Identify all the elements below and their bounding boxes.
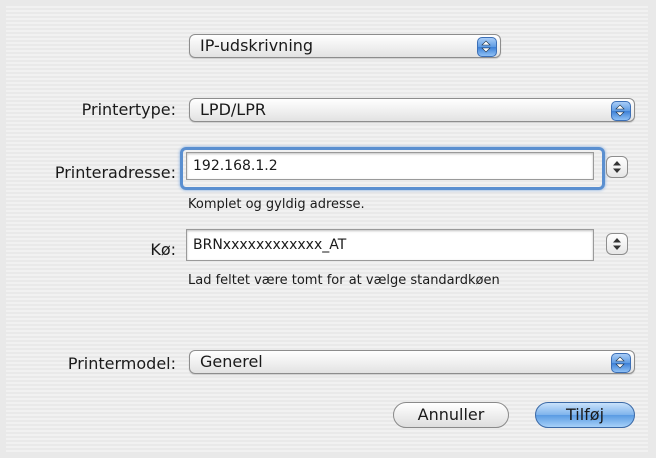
- add-button[interactable]: Tilføj: [535, 402, 635, 428]
- popup-arrows-icon: [611, 101, 631, 121]
- queue-hint: Lad feltet være tomt for at vælge standa…: [188, 273, 500, 288]
- printer-type-popup[interactable]: LPD/LPR: [189, 98, 635, 122]
- address-history-button[interactable]: [606, 156, 628, 178]
- printer-address-label: Printeradresse:: [54, 163, 176, 182]
- printer-type-label: Printertype:: [81, 100, 176, 119]
- protocol-popup[interactable]: IP-udskrivning: [189, 34, 501, 58]
- protocol-popup-value: IP-udskrivning: [200, 36, 314, 55]
- printer-model-popup[interactable]: Generel: [189, 350, 635, 374]
- queue-field[interactable]: BRNxxxxxxxxxxxx_AT: [186, 229, 594, 261]
- printer-type-value: LPD/LPR: [200, 100, 266, 119]
- printer-model-label: Printermodel:: [67, 354, 176, 373]
- address-hint: Komplet og gyldig adresse.: [188, 197, 365, 212]
- print-dialog: IP-udskrivning Printertype: LPD/LPR Prin…: [6, 6, 648, 452]
- popup-arrows-icon: [611, 353, 631, 373]
- queue-label: Kø:: [150, 240, 176, 259]
- printer-model-value: Generel: [200, 352, 263, 371]
- queue-history-button[interactable]: [606, 233, 628, 255]
- printer-address-field[interactable]: 192.168.1.2: [186, 152, 594, 180]
- popup-arrows-icon: [477, 37, 497, 57]
- cancel-button[interactable]: Annuller: [393, 402, 509, 428]
